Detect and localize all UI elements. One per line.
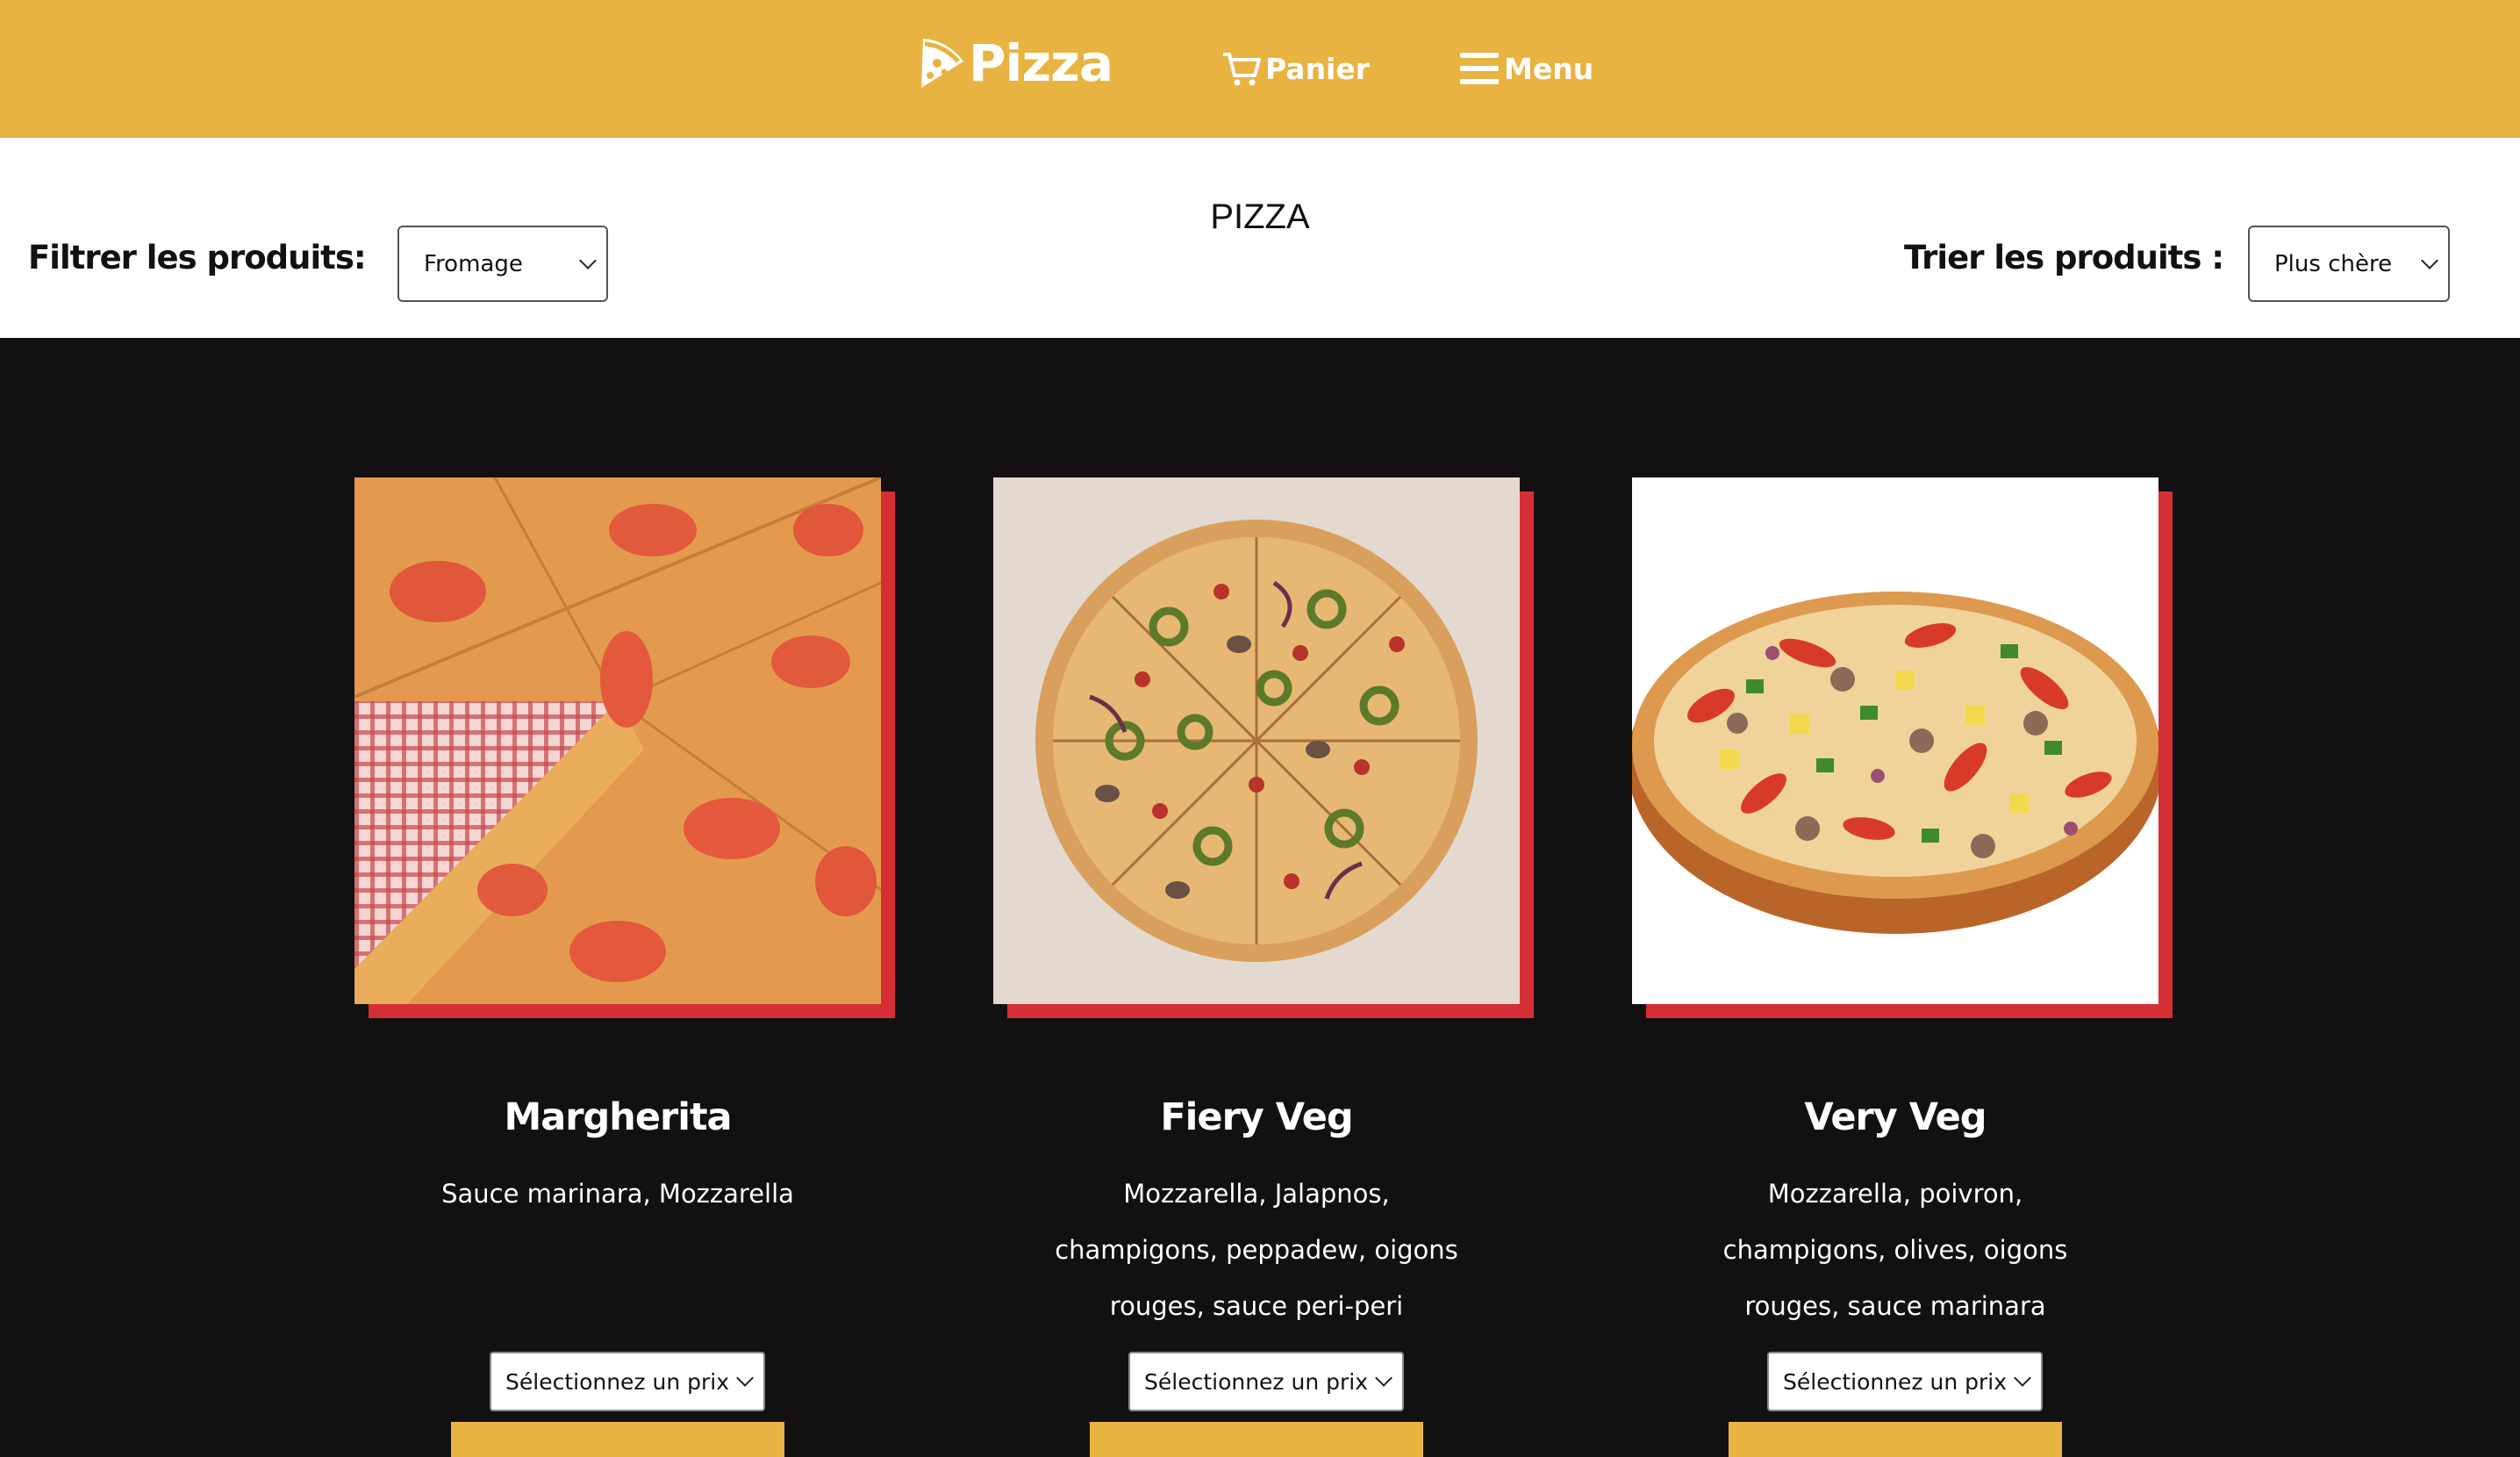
chevron-down-icon xyxy=(2421,251,2438,269)
filter-label: Filtrer les produits: xyxy=(28,239,367,276)
product-image[interactable] xyxy=(354,477,881,1004)
product-description: Sauce marinara, Mozzarella xyxy=(441,1179,794,1209)
chevron-down-icon xyxy=(1375,1369,1392,1387)
cart-icon xyxy=(1223,53,1261,86)
add-to-cart-button[interactable] xyxy=(451,1422,784,1457)
product-image[interactable] xyxy=(993,477,1520,1004)
chevron-down-icon xyxy=(2014,1369,2031,1387)
sort-select-value: Plus chère xyxy=(2274,250,2393,277)
price-select-value: Sélectionnez un prix xyxy=(505,1368,730,1395)
chevron-down-icon xyxy=(736,1369,754,1387)
price-select[interactable]: Sélectionnez un prix xyxy=(490,1352,765,1411)
logo-text: Pizza xyxy=(969,33,1113,93)
price-select[interactable]: Sélectionnez un prix xyxy=(1128,1352,1404,1411)
product-name: Fiery Veg xyxy=(1160,1095,1353,1139)
sort-select[interactable]: Plus chère xyxy=(2248,226,2450,302)
pizza-slice-icon xyxy=(921,39,963,88)
product-description: Mozzarella, Jalapnos, champigons, peppad… xyxy=(1055,1179,1458,1321)
product-name: Very Veg xyxy=(1804,1095,1987,1139)
sort-label: Trier les produits : xyxy=(1904,239,2224,276)
add-to-cart-button[interactable] xyxy=(1729,1422,2062,1457)
hamburger-menu-icon xyxy=(1460,53,1499,84)
cart-label: Panier xyxy=(1265,51,1371,86)
filter-bar: PIZZA Filtrer les produits: Fromage Trie… xyxy=(0,138,2520,338)
chevron-down-icon xyxy=(579,251,597,269)
cart-link[interactable]: Panier xyxy=(1221,42,1370,95)
price-select-value: Sélectionnez un prix xyxy=(1783,1368,2008,1395)
product-image[interactable] xyxy=(1632,477,2158,1004)
price-select-value: Sélectionnez un prix xyxy=(1144,1368,1369,1395)
price-select[interactable]: Sélectionnez un prix xyxy=(1767,1352,2043,1411)
filter-select-value: Fromage xyxy=(424,250,523,277)
filter-select[interactable]: Fromage xyxy=(397,226,608,302)
page-title: PIZZA xyxy=(1210,197,1310,236)
add-to-cart-button[interactable] xyxy=(1090,1422,1423,1457)
product-name: Margherita xyxy=(504,1095,732,1139)
menu-label: Menu xyxy=(1504,51,1594,86)
top-navigation-bar: Pizza Panier Menu xyxy=(0,0,2520,138)
menu-link[interactable]: Menu xyxy=(1458,42,1593,95)
logo[interactable]: Pizza xyxy=(918,32,1113,95)
product-description: Mozzarella, poivron, champigons, olives,… xyxy=(1722,1179,2068,1321)
